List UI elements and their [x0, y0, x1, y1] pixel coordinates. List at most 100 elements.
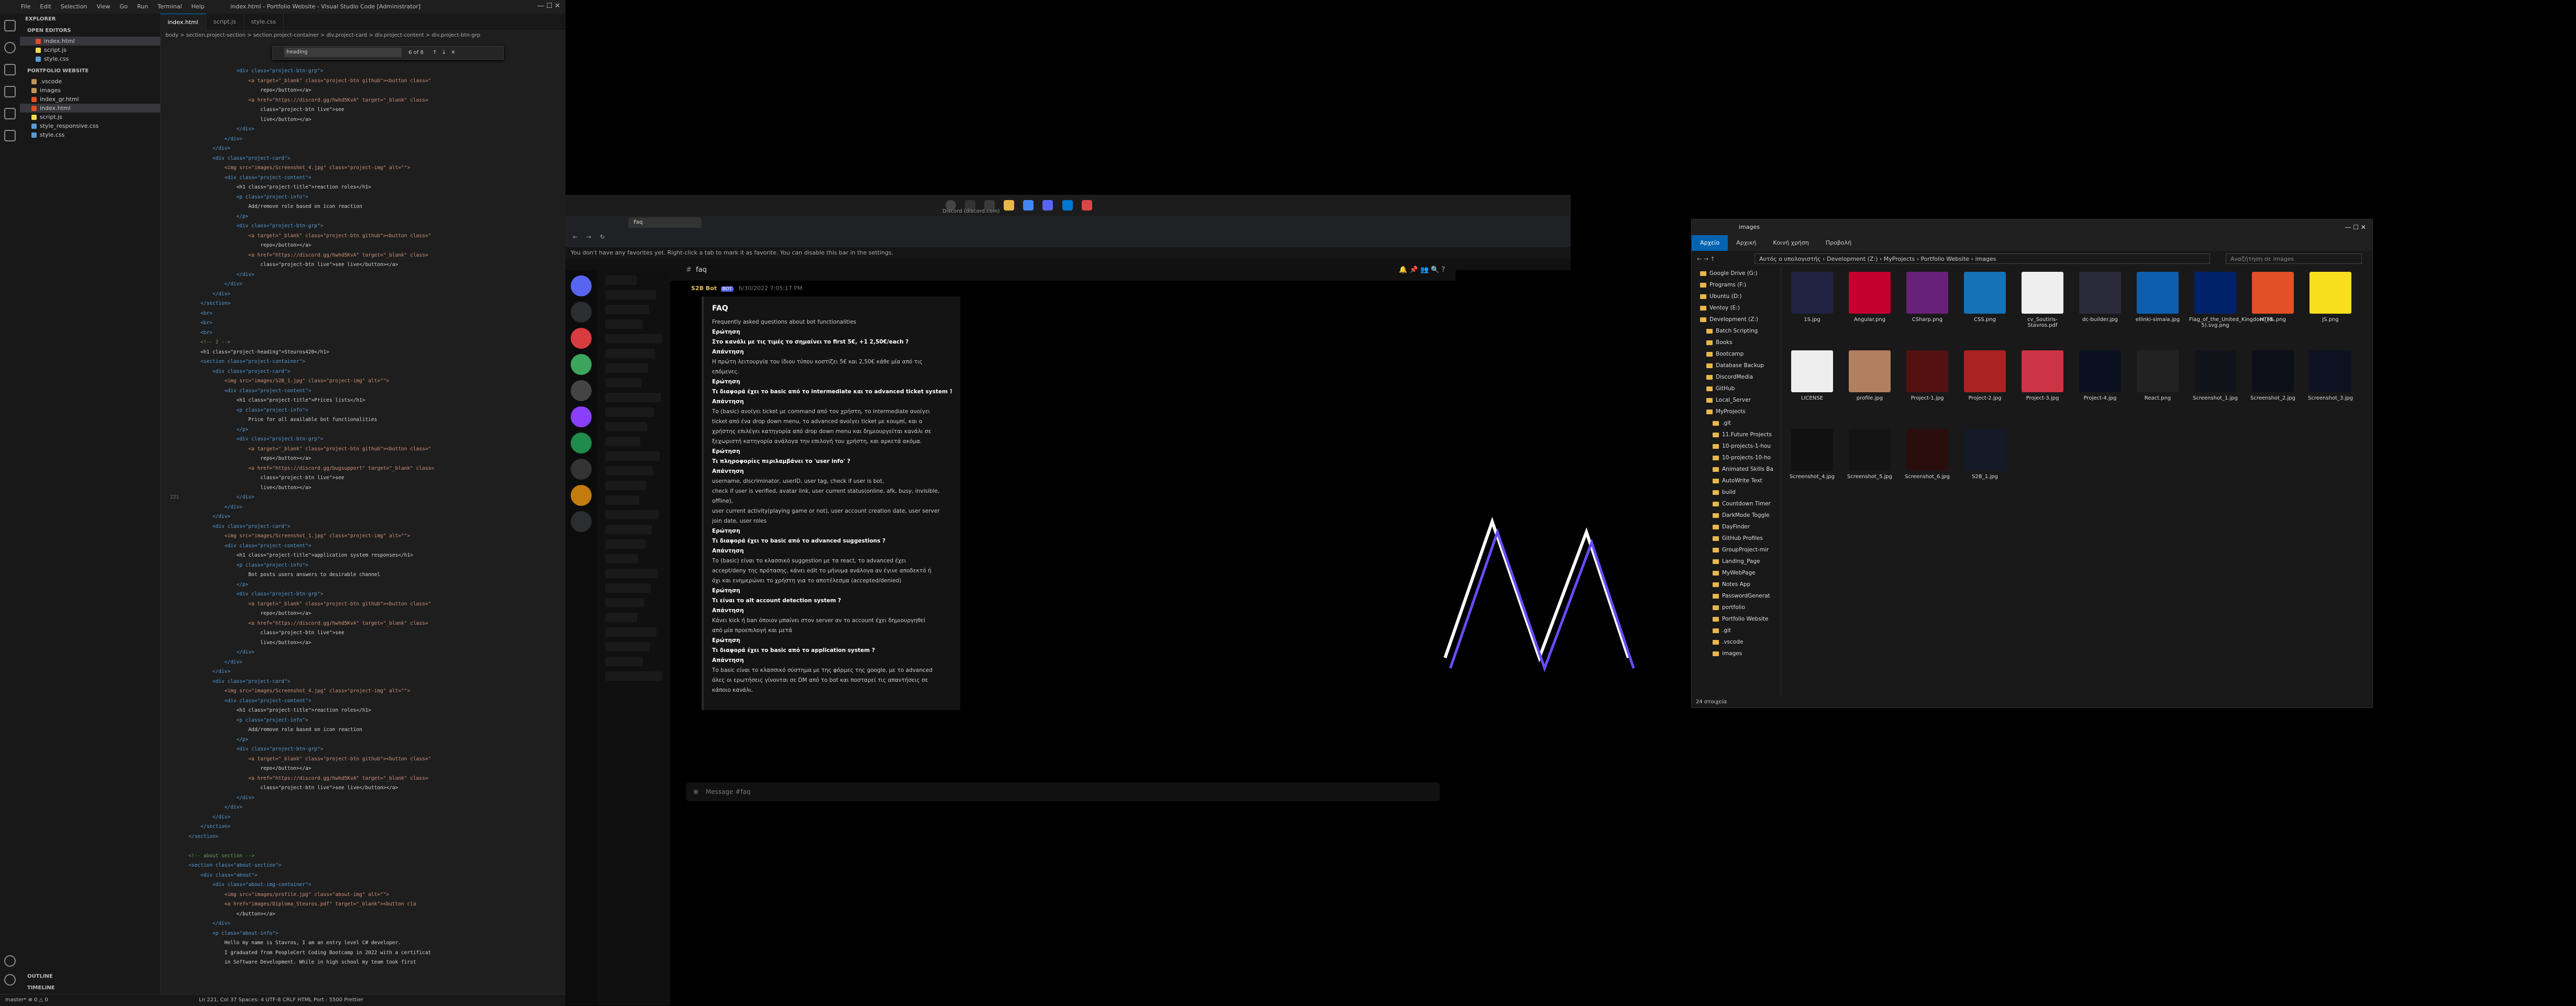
remote-explorer-icon[interactable]	[4, 130, 16, 141]
file-item[interactable]: Screenshot_4.jpg	[1786, 429, 1838, 480]
tree-item[interactable]: index_gr.html	[20, 95, 160, 104]
nav-item[interactable]: Development (Z:)	[1692, 314, 1781, 325]
ribbon-tab[interactable]: Αρχείο	[1692, 235, 1728, 251]
nav-item[interactable]: AutoWrite Text	[1692, 475, 1781, 487]
file-item[interactable]: Project-2.jpg	[1959, 350, 2011, 401]
file-item[interactable]: LICENSE	[1786, 350, 1838, 401]
header-icons[interactable]: 🔔 📌 👥 🔍 ?	[1399, 260, 1445, 281]
search-icon[interactable]	[4, 42, 16, 53]
nav-item[interactable]: DayFinder	[1692, 521, 1781, 533]
nav-item[interactable]: Local_Server	[1692, 394, 1781, 406]
menu-item[interactable]: File	[21, 3, 30, 10]
nav-item[interactable]: Portfolio Website	[1692, 613, 1781, 625]
channel-item[interactable]	[605, 495, 639, 505]
open-editor-item[interactable]: style.css	[20, 54, 160, 63]
file-item[interactable]: Project-1.jpg	[1901, 350, 1953, 401]
file-item[interactable]: JS.png	[2304, 272, 2357, 323]
file-item[interactable]: Screenshot_3.jpg	[2304, 350, 2357, 401]
channel-item[interactable]	[605, 642, 650, 651]
file-item[interactable]: ellinki-simaia.jpg	[2131, 272, 2184, 323]
forward-icon[interactable]: →	[586, 234, 591, 240]
message-author[interactable]: S2B Bot	[691, 285, 717, 292]
add-icon[interactable]: ⊕	[693, 788, 698, 795]
back-icon[interactable]: ←	[573, 234, 578, 240]
nav-item[interactable]: Programs (F:)	[1692, 279, 1781, 291]
file-item[interactable]: Screenshot_5.jpg	[1844, 429, 1896, 480]
extensions-icon[interactable]	[4, 108, 16, 119]
channel-item[interactable]	[605, 334, 662, 344]
nav-item[interactable]: .git	[1692, 625, 1781, 636]
file-item[interactable]: 1S.jpg	[1786, 272, 1838, 323]
channel-item[interactable]	[605, 378, 641, 388]
channel-item[interactable]	[605, 422, 647, 432]
nav-item[interactable]: Countdown Timer	[1692, 498, 1781, 510]
server-icon[interactable]	[571, 511, 592, 532]
channel-item[interactable]	[605, 598, 644, 607]
tree-item[interactable]: style_responsive.css	[20, 121, 160, 130]
file-item[interactable]: dc-builder.jpg	[2074, 272, 2126, 323]
nav-item[interactable]: DiscordMedia	[1692, 371, 1781, 383]
channel-item[interactable]	[605, 319, 642, 329]
channel-item[interactable]	[605, 613, 637, 622]
timeline-header[interactable]: TIMELINE	[20, 982, 55, 994]
open-editor-item[interactable]: script.js	[20, 46, 160, 54]
search-input[interactable]: Αναζήτηση σε images	[2226, 253, 2362, 264]
file-item[interactable]: CSS.png	[1959, 272, 2011, 323]
channel-item[interactable]	[605, 569, 658, 578]
channel-item[interactable]	[605, 481, 646, 490]
file-item[interactable]: CSharp.png	[1901, 272, 1953, 323]
menu-item[interactable]: Run	[137, 3, 148, 10]
channel-item[interactable]	[605, 525, 652, 534]
ribbon-tab[interactable]: Προβολή	[1817, 235, 1860, 251]
tab-style-css[interactable]: style.css	[244, 14, 284, 30]
file-item[interactable]: S2B_1.jpg	[1959, 429, 2011, 480]
nav-item[interactable]: PasswordGenerat	[1692, 590, 1781, 602]
server-icon[interactable]	[571, 302, 592, 323]
find-next-icon[interactable]: ↓	[442, 50, 446, 56]
nav-item[interactable]: MyProjects	[1692, 406, 1781, 417]
file-item[interactable]: Flag_of_the_United_Kingdom_(3-5).svg.png	[2189, 272, 2274, 328]
file-item[interactable]: React.png	[2131, 350, 2184, 401]
server-icon[interactable]	[571, 354, 592, 375]
tab-index-html[interactable]: index.html	[160, 14, 206, 31]
menu-item[interactable]: View	[96, 3, 110, 10]
channel-item[interactable]	[605, 363, 648, 373]
window-controls[interactable]: — ☐ ✕	[537, 2, 560, 10]
status-left[interactable]: master* ⊗ 0 △ 0	[5, 997, 48, 1003]
ribbon-tab[interactable]: Κοινή χρήση	[1764, 235, 1817, 251]
channel-item[interactable]	[605, 671, 662, 681]
tree-item[interactable]: .vscode	[20, 77, 160, 86]
channel-item[interactable]	[605, 290, 656, 300]
channel-item[interactable]	[605, 275, 637, 285]
file-item[interactable]: Project-4.jpg	[2074, 350, 2126, 401]
message-input[interactable]: ⊕ Message #faq	[686, 782, 1440, 801]
find-input[interactable]: heading	[284, 48, 402, 57]
nav-item[interactable]: Google Drive (G:)	[1692, 268, 1781, 279]
discord-icon[interactable]	[1042, 200, 1053, 211]
nav-item[interactable]: .git	[1692, 417, 1781, 429]
channel-item[interactable]	[605, 466, 653, 476]
nav-item[interactable]: build	[1692, 487, 1781, 498]
channel-item[interactable]	[605, 554, 638, 563]
window-controls[interactable]: — ☐ ✕	[2345, 219, 2366, 235]
nav-item[interactable]: Bootcamp	[1692, 348, 1781, 360]
nav-item[interactable]: GitHub Profiles	[1692, 533, 1781, 544]
menu-item[interactable]: Edit	[40, 3, 51, 10]
channel-item[interactable]	[605, 393, 661, 402]
code-editor[interactable]: <div class="project-btn-grp"> <a target=…	[160, 41, 565, 992]
channel-item[interactable]	[605, 407, 654, 417]
reload-icon[interactable]: ↻	[600, 234, 605, 240]
nav-item[interactable]: Ventoy (E:)	[1692, 302, 1781, 314]
file-item[interactable]: Project-3.jpg	[2016, 350, 2069, 401]
file-item[interactable]: Screenshot_2.jpg	[2247, 350, 2299, 401]
menu-item[interactable]: Selection	[61, 3, 87, 10]
server-icon[interactable]	[571, 380, 592, 401]
nav-item[interactable]: GitHub	[1692, 383, 1781, 394]
channel-item[interactable]	[605, 627, 657, 637]
nav-item[interactable]: Books	[1692, 337, 1781, 348]
file-item[interactable]: Angular.png	[1844, 272, 1896, 323]
tree-item[interactable]: style.css	[20, 130, 160, 139]
app-icon[interactable]	[1081, 200, 1092, 211]
nav-item[interactable]: Notes App	[1692, 579, 1781, 590]
channel-item[interactable]	[605, 539, 645, 549]
